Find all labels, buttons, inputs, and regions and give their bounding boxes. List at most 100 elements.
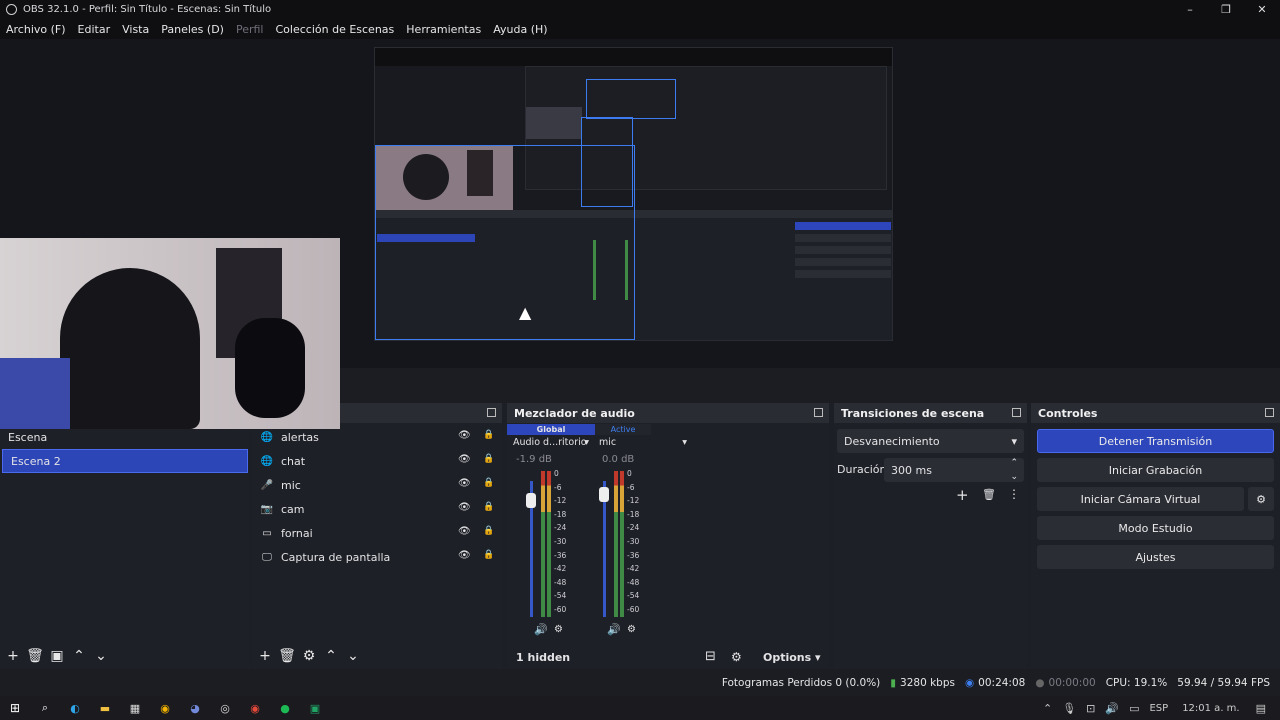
- minimize-icon[interactable]: –: [1172, 0, 1208, 19]
- studio-mode-button[interactable]: Modo Estudio: [1037, 516, 1274, 540]
- menu-paneles[interactable]: Paneles (D): [161, 23, 224, 36]
- trash-icon[interactable]: 🗑: [276, 647, 298, 665]
- menu-editar[interactable]: Editar: [78, 23, 111, 36]
- webcam-shirt: [0, 358, 70, 429]
- lock-icon[interactable]: 🔒: [483, 454, 494, 468]
- source-item[interactable]: 🖵 Captura de pantalla 👁 🔒: [252, 545, 502, 569]
- menu-archivo[interactable]: Archivo (F): [6, 23, 66, 36]
- source-item[interactable]: 🌐 chat 👁 🔒: [252, 449, 502, 473]
- filter-icon[interactable]: ▣: [46, 647, 68, 665]
- tray-chevron-icon[interactable]: ⌃: [1043, 702, 1052, 715]
- mixer-options-button[interactable]: Options ▾: [763, 651, 821, 664]
- mute-speaker-icon[interactable]: 🔊: [534, 623, 548, 636]
- discord-icon[interactable]: ◕: [180, 696, 210, 720]
- visibility-eye-icon[interactable]: 👁: [458, 454, 472, 468]
- close-icon[interactable]: ✕: [1244, 0, 1280, 19]
- duration-spinbox[interactable]: 300 ms ⌃ ⌄: [884, 458, 1024, 482]
- lock-icon[interactable]: 🔒: [483, 430, 494, 444]
- undock-icon[interactable]: [1265, 408, 1274, 417]
- start-recording-button[interactable]: Iniciar Grabación: [1037, 458, 1274, 482]
- add-icon[interactable]: +: [2, 647, 24, 665]
- clock[interactable]: 12:01 a. m.: [1182, 703, 1239, 714]
- advanced-audio-icon[interactable]: ⚙: [731, 650, 742, 664]
- menu-perfil[interactable]: Perfil: [236, 23, 264, 36]
- trash-icon[interactable]: 🗑: [24, 647, 46, 665]
- lock-icon[interactable]: 🔒: [483, 478, 494, 492]
- decrement-icon[interactable]: ⌄: [1010, 472, 1018, 482]
- source-item[interactable]: ▭ fornai 👁 🔒: [252, 521, 502, 545]
- move-down-icon[interactable]: ⌄: [342, 647, 364, 665]
- visibility-eye-icon[interactable]: 👁: [458, 502, 472, 516]
- lock-icon[interactable]: 🔒: [483, 550, 494, 564]
- spotify-icon[interactable]: ●: [270, 696, 300, 720]
- signal-icon: ▮: [890, 676, 897, 689]
- windows-start-icon[interactable]: ⊞: [0, 696, 30, 720]
- edge-icon[interactable]: ◐: [60, 696, 90, 720]
- battery-icon[interactable]: ▭: [1129, 702, 1139, 715]
- visibility-eye-icon[interactable]: 👁: [458, 526, 472, 540]
- obs-icon[interactable]: ◎: [210, 696, 240, 720]
- move-down-icon[interactable]: ⌄: [90, 647, 112, 665]
- tab-global[interactable]: Global: [507, 424, 595, 435]
- notifications-icon[interactable]: ▤: [1256, 702, 1266, 715]
- menu-herramientas[interactable]: Herramientas: [406, 23, 481, 36]
- menu-ayuda[interactable]: Ayuda (H): [493, 23, 547, 36]
- move-up-icon[interactable]: ⌃: [68, 647, 90, 665]
- scene-item-selected[interactable]: Escena 2: [2, 449, 248, 473]
- channel-properties-icon[interactable]: ⚙: [627, 624, 636, 635]
- transitions-title: Transiciones de escena: [841, 406, 985, 420]
- source-item[interactable]: 📷 cam 👁 🔒: [252, 497, 502, 521]
- meter-scale-label: -48: [627, 577, 640, 587]
- undock-icon[interactable]: [1012, 408, 1021, 417]
- chrome-icon[interactable]: ◉: [150, 696, 180, 720]
- chrome-icon-2[interactable]: ◉: [240, 696, 270, 720]
- store-icon[interactable]: ▦: [120, 696, 150, 720]
- gear-icon[interactable]: ⚙: [298, 647, 320, 665]
- increment-icon[interactable]: ⌃: [1010, 458, 1018, 468]
- menu-coleccion[interactable]: Colección de Escenas: [276, 23, 395, 36]
- undock-icon[interactable]: [814, 408, 823, 417]
- channel-properties-icon[interactable]: ⚙: [554, 624, 563, 635]
- search-icon[interactable]: ⌕: [30, 696, 60, 720]
- volume-icon[interactable]: 🔊: [1105, 702, 1119, 715]
- nested-webcam: [526, 107, 582, 139]
- virtual-camera-settings-button[interactable]: ⚙: [1248, 487, 1274, 511]
- visibility-eye-icon[interactable]: 👁: [458, 430, 472, 444]
- kebab-menu-icon[interactable]: ⋮: [1008, 487, 1020, 501]
- meter-scale-label: -48: [554, 577, 567, 587]
- mute-speaker-icon[interactable]: 🔊: [607, 623, 621, 636]
- source-item[interactable]: 🎤 mic 👁 🔒: [252, 473, 502, 497]
- transitions-dock-header: Transiciones de escena: [834, 403, 1027, 423]
- excel-icon[interactable]: ▣: [300, 696, 330, 720]
- menu-vista[interactable]: Vista: [122, 23, 149, 36]
- visibility-eye-icon[interactable]: 👁: [458, 478, 472, 492]
- program-preview[interactable]: ▲: [374, 47, 893, 341]
- tab-active[interactable]: Active: [595, 424, 651, 435]
- language-indicator[interactable]: ESP: [1149, 703, 1168, 714]
- stop-streaming-button[interactable]: Detener Transmisión: [1037, 429, 1274, 453]
- network-icon[interactable]: ⊡: [1086, 702, 1095, 715]
- transition-select[interactable]: Desvanecimiento ▾: [837, 429, 1024, 453]
- visibility-eye-icon[interactable]: 👁: [458, 550, 472, 564]
- add-transition-icon[interactable]: +: [956, 486, 969, 504]
- undock-icon[interactable]: [487, 408, 496, 417]
- layout-icon[interactable]: ⊟: [705, 649, 716, 664]
- lock-icon[interactable]: 🔒: [483, 526, 494, 540]
- file-explorer-icon[interactable]: ▬: [90, 696, 120, 720]
- fader-handle[interactable]: [526, 492, 536, 508]
- lock-icon[interactable]: 🔒: [483, 502, 494, 516]
- hidden-count[interactable]: 1 hidden: [516, 651, 570, 664]
- fader-handle[interactable]: [599, 486, 609, 502]
- trash-icon[interactable]: 🗑: [982, 488, 996, 501]
- mic-tray-icon[interactable]: 🎙: [1062, 702, 1076, 715]
- channel-name[interactable]: mic ▾: [599, 437, 687, 448]
- meter-scale-label: -36: [554, 550, 567, 560]
- meter-scale-label: 0: [627, 469, 632, 478]
- meter-scale-label: -30: [627, 537, 640, 546]
- move-up-icon[interactable]: ⌃: [320, 647, 342, 665]
- channel-name[interactable]: Audio d...ritorio ▾: [513, 437, 597, 448]
- maximize-icon[interactable]: ❐: [1208, 0, 1244, 19]
- settings-button[interactable]: Ajustes: [1037, 545, 1274, 569]
- start-virtual-camera-button[interactable]: Iniciar Cámara Virtual: [1037, 487, 1244, 511]
- add-icon[interactable]: +: [254, 647, 276, 665]
